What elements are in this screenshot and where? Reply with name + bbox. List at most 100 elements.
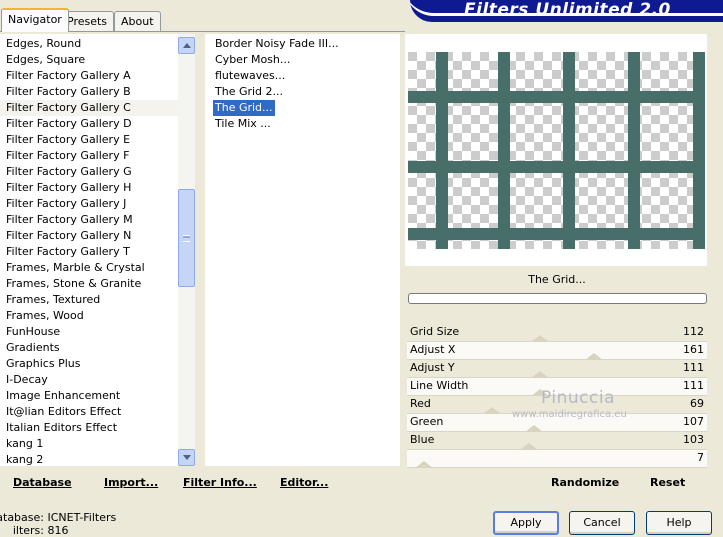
category-item[interactable]: Image Enhancement (0, 388, 178, 404)
category-item[interactable]: Filter Factory Gallery A (0, 68, 178, 84)
grid-line-horizontal (408, 161, 705, 173)
chevron-down-icon (182, 455, 191, 460)
slider-value: 111 (683, 379, 704, 392)
tab-navigator[interactable]: Navigator (1, 8, 69, 32)
category-scrollbar[interactable] (178, 34, 195, 466)
slider-value: 161 (683, 343, 704, 356)
tab-about[interactable]: About (114, 11, 161, 31)
slider-label: Red (410, 397, 431, 410)
category-item[interactable]: Edges, Round (0, 36, 178, 52)
category-item[interactable]: Italian Editors Effect (0, 420, 178, 436)
slider-value: 69 (690, 397, 704, 410)
category-item[interactable]: It@lian Editors Effect (0, 404, 178, 420)
status-info: atabase: ICNET-Filters ilters: 816 (0, 511, 116, 537)
slider-label: Green (410, 415, 444, 428)
slider-thumb[interactable] (531, 335, 550, 342)
apply-button[interactable]: Apply (493, 511, 559, 535)
filter-item[interactable]: Tile Mix ... (213, 116, 273, 132)
slider-thumb[interactable] (415, 461, 434, 468)
grid-line-vertical (436, 52, 448, 249)
slider-row[interactable]: 7 (407, 450, 707, 468)
slider-thumb[interactable] (483, 407, 502, 414)
editor-button[interactable]: Editor... (280, 476, 328, 489)
category-item[interactable]: Filter Factory Gallery E (0, 132, 178, 148)
slider-thumb[interactable] (525, 425, 544, 432)
database-label: atabase: (0, 511, 44, 524)
category-item[interactable]: Frames, Marble & Crystal (0, 260, 178, 276)
watermark-url: www.maidiregrafica.eu (512, 409, 627, 420)
category-list[interactable]: Edges, Round Edges, Square Filter Factory … (0, 34, 178, 466)
category-item[interactable]: Frames, Textured (0, 292, 178, 308)
slider-label: Blue (410, 433, 435, 446)
filter-info-button[interactable]: Filter Info... (183, 476, 257, 489)
filters-label: ilters: (12, 524, 44, 537)
tab-bar: Navigator Presets About (0, 0, 410, 32)
import-button[interactable]: Import... (104, 476, 158, 489)
scroll-up-button[interactable] (178, 37, 195, 54)
category-item[interactable]: Gradients (0, 340, 178, 356)
slider-track[interactable] (407, 467, 707, 468)
randomize-button[interactable]: Randomize (551, 476, 619, 489)
slider-row[interactable]: Grid Size 112 (407, 324, 707, 342)
slider-row[interactable]: Adjust X 161 (407, 342, 707, 360)
slider-value: 107 (683, 415, 704, 428)
category-item[interactable]: Frames, Wood (0, 308, 178, 324)
category-item[interactable]: Filter Factory Gallery N (0, 228, 178, 244)
category-item[interactable]: kang 2 (0, 452, 178, 466)
slider-row[interactable]: Blue 103 (407, 432, 707, 450)
progress-bar (408, 293, 707, 304)
grid-line-horizontal (408, 91, 705, 103)
filter-item[interactable]: Cyber Mosh... (213, 52, 292, 68)
filter-item[interactable]: flutewaves... (213, 68, 287, 84)
category-item[interactable]: Filter Factory Gallery C (0, 100, 178, 116)
category-item[interactable]: Filter Factory Gallery M (0, 212, 178, 228)
watermark-name: Pinuccia (541, 388, 615, 408)
grid-line-horizontal (408, 228, 705, 240)
filter-item[interactable]: The Grid 2... (213, 84, 285, 100)
filter-item[interactable]: Border Noisy Fade III... (213, 36, 341, 52)
filters-count: 816 (47, 524, 69, 537)
grid-line-vertical (693, 52, 705, 249)
category-item[interactable]: Filter Factory Gallery G (0, 164, 178, 180)
scroll-thumb[interactable] (178, 189, 195, 287)
cancel-button[interactable]: Cancel (569, 511, 635, 535)
app-logo-banner: Filters Unlimited 2.0 (410, 0, 723, 22)
slider-value: 111 (683, 361, 704, 374)
slider-label: Adjust X (410, 343, 456, 356)
category-item[interactable]: FunHouse (0, 324, 178, 340)
filter-item[interactable]: The Grid... (213, 100, 275, 116)
slider-value: 112 (683, 325, 704, 338)
category-item[interactable]: Filter Factory Gallery H (0, 180, 178, 196)
slider-thumb[interactable] (584, 353, 603, 360)
database-button[interactable]: Database (13, 476, 72, 489)
slider-label: Grid Size (410, 325, 460, 338)
reset-button[interactable]: Reset (650, 476, 685, 489)
filter-list[interactable]: Border Noisy Fade III... Cyber Mosh... flu… (205, 34, 400, 466)
scroll-down-button[interactable] (178, 449, 195, 466)
slider-label: Line Width (410, 379, 469, 392)
slider-value: 7 (697, 451, 704, 464)
slider-thumb[interactable] (519, 443, 538, 450)
slider-row[interactable]: Adjust Y 111 (407, 360, 707, 378)
category-item[interactable]: Filter Factory Gallery D (0, 116, 178, 132)
grid-line-vertical (563, 52, 575, 249)
category-item[interactable]: Filter Factory Gallery J (0, 196, 178, 212)
slider-value: 103 (683, 433, 704, 446)
grid-line-vertical (498, 52, 510, 249)
category-item[interactable]: I-Decay (0, 372, 178, 388)
category-item[interactable]: Edges, Square (0, 52, 178, 68)
category-item[interactable]: Filter Factory Gallery F (0, 148, 178, 164)
help-button[interactable]: Help (646, 511, 712, 535)
database-value: ICNET-Filters (47, 511, 117, 524)
category-item[interactable]: Graphics Plus (0, 356, 178, 372)
checkerboard-background (408, 52, 705, 249)
slider-thumb[interactable] (531, 371, 550, 378)
grid-preview-image (408, 52, 705, 249)
grid-line-vertical (628, 52, 640, 249)
app-title: Filters Unlimited 2.0 (464, 0, 671, 20)
category-item[interactable]: Frames, Stone & Granite (0, 276, 178, 292)
chevron-up-icon (182, 43, 191, 48)
category-item[interactable]: Filter Factory Gallery B (0, 84, 178, 100)
category-item[interactable]: kang 1 (0, 436, 178, 452)
category-item[interactable]: Filter Factory Gallery T (0, 244, 178, 260)
